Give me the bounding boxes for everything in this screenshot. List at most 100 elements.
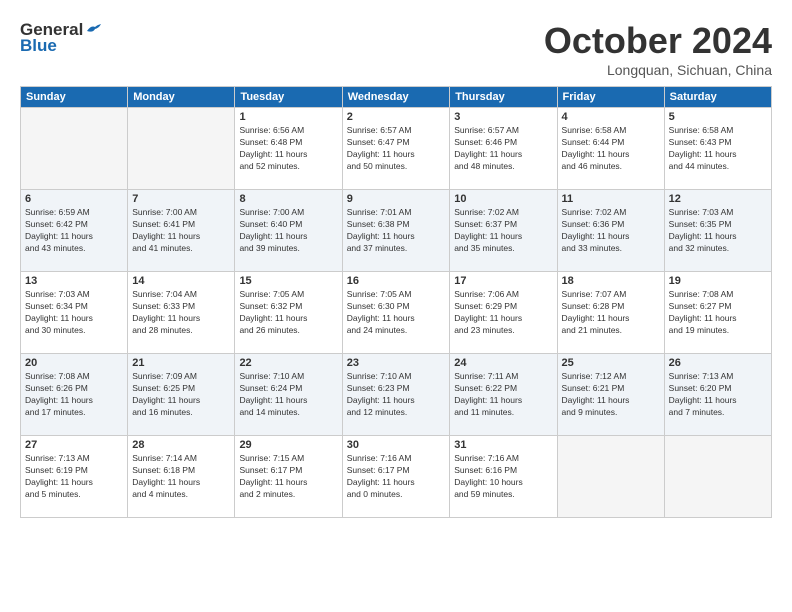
calendar-cell: 7 Sunrise: 7:00 AM Sunset: 6:41 PM Daylig… (128, 190, 235, 272)
day-number: 2 (347, 111, 446, 123)
day-info: Sunrise: 7:13 AM Sunset: 6:20 PM Dayligh… (669, 371, 767, 419)
day-info: Sunrise: 7:06 AM Sunset: 6:29 PM Dayligh… (454, 289, 552, 337)
day-number: 25 (562, 357, 660, 369)
calendar-cell: 22Sunrise: 7:10 AM Sunset: 6:24 PM Dayli… (235, 354, 342, 436)
day-info: Sunrise: 6:58 AM Sunset: 6:44 PM Dayligh… (562, 125, 660, 173)
header-saturday: Saturday (664, 87, 771, 108)
day-info: Sunrise: 7:10 AM Sunset: 6:23 PM Dayligh… (347, 371, 446, 419)
calendar-cell (128, 108, 235, 190)
weekday-header-row: Sunday Monday Tuesday Wednesday Thursday… (21, 87, 772, 108)
day-number: 19 (669, 275, 767, 287)
calendar-cell: 12Sunrise: 7:03 AM Sunset: 6:35 PM Dayli… (664, 190, 771, 272)
day-number: 5 (669, 111, 767, 123)
day-number: 29 (239, 439, 337, 451)
calendar-cell: 30 Sunrise: 7:16 AM Sunset: 6:17 PM Dayli… (342, 436, 450, 518)
calendar-cell (21, 108, 128, 190)
header: General Blue October 2024 Longquan, Sich… (20, 20, 772, 78)
day-info: Sunrise: 7:07 AM Sunset: 6:28 PM Dayligh… (562, 289, 660, 337)
day-number: 28 (132, 439, 230, 451)
header-tuesday: Tuesday (235, 87, 342, 108)
day-info: Sunrise: 6:58 AM Sunset: 6:43 PM Dayligh… (669, 125, 767, 173)
day-number: 24 (454, 357, 552, 369)
day-number: 9 (347, 193, 446, 205)
calendar-cell: 6Sunrise: 6:59 AM Sunset: 6:42 PM Daylig… (21, 190, 128, 272)
calendar-week-row: 20Sunrise: 7:08 AM Sunset: 6:26 PM Dayli… (21, 354, 772, 436)
day-info: Sunrise: 7:00 AM Sunset: 6:40 PM Dayligh… (239, 207, 337, 255)
calendar-cell: 20Sunrise: 7:08 AM Sunset: 6:26 PM Dayli… (21, 354, 128, 436)
day-info: Sunrise: 7:15 AM Sunset: 6:17 PM Dayligh… (239, 453, 337, 501)
day-number: 23 (347, 357, 446, 369)
header-monday: Monday (128, 87, 235, 108)
calendar-cell: 10Sunrise: 7:02 AM Sunset: 6:37 PM Dayli… (450, 190, 557, 272)
calendar-week-row: 13 Sunrise: 7:03 AM Sunset: 6:34 PM Dayli… (21, 272, 772, 354)
calendar-week-row: 6Sunrise: 6:59 AM Sunset: 6:42 PM Daylig… (21, 190, 772, 272)
day-number: 13 (25, 275, 123, 287)
logo: General Blue (20, 20, 103, 56)
calendar-week-row: 1 Sunrise: 6:56 AM Sunset: 6:48 PM Daylig… (21, 108, 772, 190)
day-info: Sunrise: 6:56 AM Sunset: 6:48 PM Dayligh… (239, 125, 337, 173)
calendar-cell: 17 Sunrise: 7:06 AM Sunset: 6:29 PM Dayli… (450, 272, 557, 354)
calendar-week-row: 27Sunrise: 7:13 AM Sunset: 6:19 PM Dayli… (21, 436, 772, 518)
calendar-cell: 27Sunrise: 7:13 AM Sunset: 6:19 PM Dayli… (21, 436, 128, 518)
calendar-cell: 23 Sunrise: 7:10 AM Sunset: 6:23 PM Dayli… (342, 354, 450, 436)
calendar-cell: 5 Sunrise: 6:58 AM Sunset: 6:43 PM Daylig… (664, 108, 771, 190)
day-number: 18 (562, 275, 660, 287)
calendar-cell: 28 Sunrise: 7:14 AM Sunset: 6:18 PM Dayli… (128, 436, 235, 518)
day-info: Sunrise: 7:08 AM Sunset: 6:26 PM Dayligh… (25, 371, 123, 419)
day-number: 30 (347, 439, 446, 451)
calendar-cell (557, 436, 664, 518)
calendar-table: Sunday Monday Tuesday Wednesday Thursday… (20, 86, 772, 518)
month-title: October 2024 (544, 20, 772, 62)
day-info: Sunrise: 7:16 AM Sunset: 6:16 PM Dayligh… (454, 453, 552, 501)
day-info: Sunrise: 7:14 AM Sunset: 6:18 PM Dayligh… (132, 453, 230, 501)
calendar-cell: 29 Sunrise: 7:15 AM Sunset: 6:17 PM Dayli… (235, 436, 342, 518)
calendar-cell: 25 Sunrise: 7:12 AM Sunset: 6:21 PM Dayli… (557, 354, 664, 436)
day-info: Sunrise: 7:08 AM Sunset: 6:27 PM Dayligh… (669, 289, 767, 337)
day-info: Sunrise: 7:12 AM Sunset: 6:21 PM Dayligh… (562, 371, 660, 419)
day-info: Sunrise: 7:04 AM Sunset: 6:33 PM Dayligh… (132, 289, 230, 337)
day-number: 12 (669, 193, 767, 205)
day-number: 26 (669, 357, 767, 369)
day-number: 1 (239, 111, 337, 123)
calendar-cell: 31 Sunrise: 7:16 AM Sunset: 6:16 PM Dayli… (450, 436, 557, 518)
day-info: Sunrise: 7:05 AM Sunset: 6:30 PM Dayligh… (347, 289, 446, 337)
day-info: Sunrise: 7:05 AM Sunset: 6:32 PM Dayligh… (239, 289, 337, 337)
calendar-cell: 1 Sunrise: 6:56 AM Sunset: 6:48 PM Daylig… (235, 108, 342, 190)
day-number: 21 (132, 357, 230, 369)
day-info: Sunrise: 7:00 AM Sunset: 6:41 PM Dayligh… (132, 207, 230, 255)
day-number: 31 (454, 439, 552, 451)
header-friday: Friday (557, 87, 664, 108)
calendar-cell: 9 Sunrise: 7:01 AM Sunset: 6:38 PM Daylig… (342, 190, 450, 272)
day-info: Sunrise: 7:02 AM Sunset: 6:37 PM Dayligh… (454, 207, 552, 255)
day-number: 7 (132, 193, 230, 205)
header-wednesday: Wednesday (342, 87, 450, 108)
day-info: Sunrise: 6:59 AM Sunset: 6:42 PM Dayligh… (25, 207, 123, 255)
logo-bird-icon (85, 23, 103, 37)
location-subtitle: Longquan, Sichuan, China (544, 62, 772, 78)
title-block: October 2024 Longquan, Sichuan, China (544, 20, 772, 78)
day-number: 8 (239, 193, 337, 205)
calendar-cell: 8 Sunrise: 7:00 AM Sunset: 6:40 PM Daylig… (235, 190, 342, 272)
calendar-cell: 2Sunrise: 6:57 AM Sunset: 6:47 PM Daylig… (342, 108, 450, 190)
day-info: Sunrise: 7:11 AM Sunset: 6:22 PM Dayligh… (454, 371, 552, 419)
day-info: Sunrise: 7:13 AM Sunset: 6:19 PM Dayligh… (25, 453, 123, 501)
calendar-cell: 13 Sunrise: 7:03 AM Sunset: 6:34 PM Dayli… (21, 272, 128, 354)
day-info: Sunrise: 7:16 AM Sunset: 6:17 PM Dayligh… (347, 453, 446, 501)
calendar-cell: 11 Sunrise: 7:02 AM Sunset: 6:36 PM Dayli… (557, 190, 664, 272)
day-info: Sunrise: 7:02 AM Sunset: 6:36 PM Dayligh… (562, 207, 660, 255)
day-number: 16 (347, 275, 446, 287)
calendar-cell: 3Sunrise: 6:57 AM Sunset: 6:46 PM Daylig… (450, 108, 557, 190)
day-number: 4 (562, 111, 660, 123)
day-info: Sunrise: 7:09 AM Sunset: 6:25 PM Dayligh… (132, 371, 230, 419)
calendar-cell: 19 Sunrise: 7:08 AM Sunset: 6:27 PM Dayli… (664, 272, 771, 354)
calendar-cell: 4 Sunrise: 6:58 AM Sunset: 6:44 PM Daylig… (557, 108, 664, 190)
day-info: Sunrise: 7:01 AM Sunset: 6:38 PM Dayligh… (347, 207, 446, 255)
day-info: Sunrise: 7:03 AM Sunset: 6:34 PM Dayligh… (25, 289, 123, 337)
day-number: 11 (562, 193, 660, 205)
day-info: Sunrise: 6:57 AM Sunset: 6:46 PM Dayligh… (454, 125, 552, 173)
day-number: 17 (454, 275, 552, 287)
page: General Blue October 2024 Longquan, Sich… (0, 0, 792, 612)
day-info: Sunrise: 7:10 AM Sunset: 6:24 PM Dayligh… (239, 371, 337, 419)
calendar-cell: 16 Sunrise: 7:05 AM Sunset: 6:30 PM Dayli… (342, 272, 450, 354)
calendar-cell: 24 Sunrise: 7:11 AM Sunset: 6:22 PM Dayli… (450, 354, 557, 436)
